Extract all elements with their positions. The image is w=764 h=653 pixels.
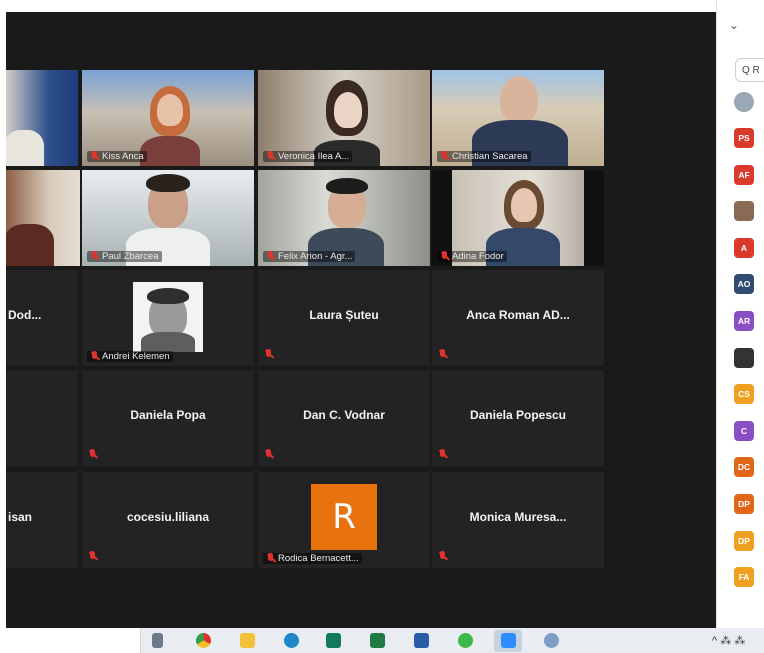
video-tile-partial-1[interactable] bbox=[6, 70, 78, 166]
participant-avatar[interactable]: CS bbox=[734, 384, 754, 405]
chrome-icon[interactable] bbox=[196, 633, 211, 648]
participant-tile-rodica-bernacett[interactable]: R Rodica Bernacett... bbox=[258, 472, 430, 568]
muted-mic-icon bbox=[440, 151, 449, 162]
paint-icon[interactable] bbox=[544, 633, 559, 648]
whatsapp-icon[interactable] bbox=[458, 633, 473, 648]
participant-name-label: Christian Sacarea bbox=[437, 151, 531, 162]
participant-avatar[interactable]: AR bbox=[734, 311, 754, 331]
participant-avatar[interactable] bbox=[734, 347, 754, 368]
taskbar-search-box[interactable] bbox=[0, 628, 141, 653]
participant-tile-daniela-popescu[interactable]: Daniela Popescu bbox=[432, 370, 604, 466]
muted-mic-icon bbox=[90, 351, 99, 362]
participant-avatar[interactable]: A bbox=[734, 237, 754, 258]
participant-tile-laura-suteu[interactable]: Laura Șuteu bbox=[258, 270, 430, 366]
muted-mic-icon bbox=[264, 449, 273, 460]
chevron-down-icon[interactable]: ⌄ bbox=[729, 18, 739, 32]
muted-mic-icon bbox=[438, 551, 447, 562]
participant-avatar[interactable]: PS bbox=[734, 128, 754, 148]
participant-tile-monica-muresan[interactable]: Monica Muresa... bbox=[432, 472, 604, 568]
participant-tile-cocesiu-liliana[interactable]: cocesiu.liliana bbox=[82, 472, 254, 568]
participants-panel: ⌄ Q R PS AF A AO AR CS C DC DP DP FA bbox=[716, 0, 764, 628]
participant-name-label: Kiss Anca bbox=[87, 151, 147, 162]
participant-avatar[interactable]: AF bbox=[734, 164, 754, 185]
participant-name-label: Paul Zbarcea bbox=[87, 251, 162, 262]
muted-mic-icon bbox=[266, 251, 275, 262]
participant-name-label: Felix Arion - Agr... bbox=[263, 251, 356, 262]
participant-avatar[interactable]: AO bbox=[734, 274, 754, 295]
participant-name-label: Veronica Ilea A... bbox=[263, 151, 353, 162]
participant-avatar-photo[interactable] bbox=[734, 92, 754, 112]
muted-mic-icon bbox=[438, 349, 447, 360]
publisher-icon[interactable] bbox=[326, 633, 341, 648]
participant-tile-partial-3[interactable]: Dod... bbox=[6, 270, 78, 366]
participant-avatar[interactable]: C bbox=[734, 420, 754, 441]
participant-tile-dan-vodnar[interactable]: Dan C. Vodnar bbox=[258, 370, 430, 466]
participant-name-label: Andrei Kelemen bbox=[87, 351, 173, 362]
edge-icon[interactable] bbox=[284, 633, 299, 648]
participant-tile-andrei-kelemen[interactable]: Andrei Kelemen bbox=[82, 270, 254, 366]
muted-mic-icon bbox=[438, 449, 447, 460]
participant-tile-daniela-popa[interactable]: Daniela Popa bbox=[82, 370, 254, 466]
video-tile-paul-zbarcea[interactable]: Paul Zbarcea bbox=[82, 170, 254, 266]
zoom-icon[interactable] bbox=[501, 633, 516, 648]
word-icon[interactable] bbox=[414, 633, 429, 648]
windows-taskbar: ^ ⁂ ⁂ bbox=[0, 628, 764, 653]
participant-avatar[interactable]: DP bbox=[734, 494, 754, 514]
muted-mic-icon bbox=[88, 449, 97, 460]
muted-mic-icon bbox=[266, 553, 275, 564]
muted-mic-icon bbox=[266, 151, 275, 162]
participant-avatar[interactable]: FA bbox=[734, 567, 754, 588]
muted-mic-icon bbox=[264, 349, 273, 360]
video-tile-partial-2[interactable] bbox=[6, 170, 80, 266]
muted-mic-icon bbox=[88, 551, 97, 562]
video-tile-veronica-ilea[interactable]: Veronica Ilea A... bbox=[258, 70, 430, 166]
participant-name-label: Adina Fodor bbox=[437, 251, 507, 262]
video-tile-kiss-anca[interactable]: Kiss Anca bbox=[82, 70, 254, 166]
profile-photo bbox=[133, 282, 203, 352]
participant-search-input[interactable]: Q R bbox=[735, 58, 764, 82]
muted-mic-icon bbox=[90, 151, 99, 162]
participant-avatar[interactable] bbox=[734, 201, 754, 222]
participant-tile-partial-5[interactable]: isan bbox=[6, 472, 78, 568]
participant-tile-partial-4[interactable] bbox=[6, 370, 78, 466]
initial-avatar: R bbox=[311, 484, 377, 550]
muted-mic-icon bbox=[440, 251, 449, 262]
participant-avatar[interactable]: DP bbox=[734, 530, 754, 551]
zoom-gallery-view: Kiss Anca Veronica Ilea A... Christian S… bbox=[6, 12, 716, 628]
excel-icon[interactable] bbox=[370, 633, 385, 648]
participant-avatar[interactable]: DC bbox=[734, 457, 754, 478]
video-tile-adina-fodor[interactable]: Adina Fodor bbox=[432, 170, 604, 266]
file-explorer-icon[interactable] bbox=[240, 633, 255, 648]
video-tile-christian-sacarea[interactable]: Christian Sacarea bbox=[432, 70, 604, 166]
participant-tile-anca-roman[interactable]: Anca Roman AD... bbox=[432, 270, 604, 366]
video-tile-felix-arion[interactable]: Felix Arion - Agr... bbox=[258, 170, 430, 266]
muted-mic-icon bbox=[90, 251, 99, 262]
task-view-icon[interactable] bbox=[152, 633, 163, 648]
system-tray[interactable]: ^ ⁂ ⁂ bbox=[712, 634, 745, 647]
participant-name-label: Rodica Bernacett... bbox=[263, 553, 362, 564]
